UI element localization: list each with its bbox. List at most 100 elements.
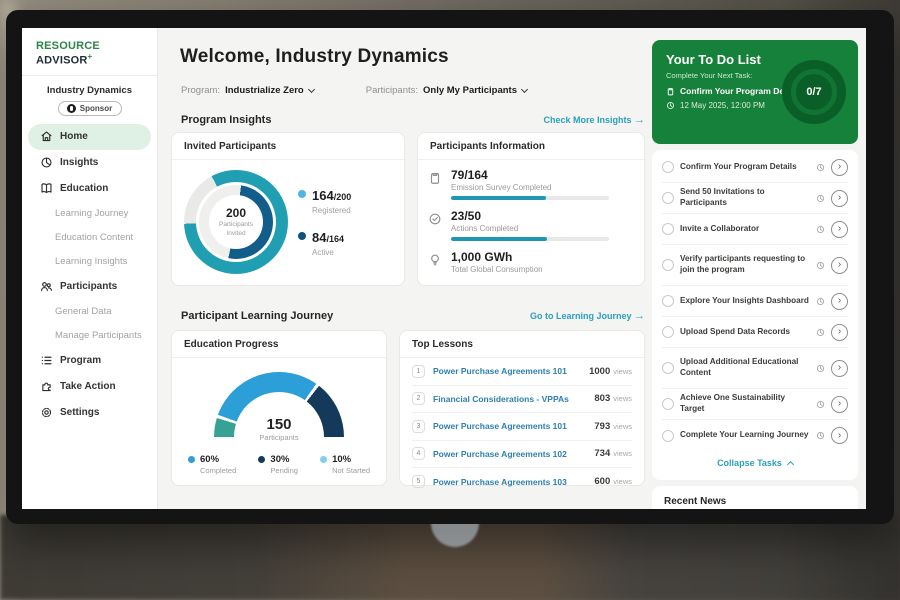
stat-row: 1,000 GWh Total Global Consumption bbox=[428, 250, 630, 278]
sponsor-badge: Sponsor bbox=[58, 101, 122, 116]
lesson-title-link[interactable]: Power Purchase Agreements 101 bbox=[433, 421, 594, 431]
lesson-row[interactable]: 5 Power Purchase Agreements 103 600 view… bbox=[412, 468, 632, 496]
todo-progress-ring: 0/7 bbox=[782, 60, 846, 124]
task-checkbox[interactable] bbox=[662, 295, 674, 307]
task-row[interactable]: Explore Your Insights Dashboard › bbox=[662, 286, 848, 317]
sidebar-subitem-label: Education Content bbox=[55, 232, 133, 243]
sidebar-item-learning-insights[interactable]: Learning Insights bbox=[22, 250, 157, 274]
stat-value: 23/50 bbox=[451, 209, 609, 223]
recent-news-card: Recent News bbox=[652, 486, 858, 509]
lesson-row[interactable]: 2 Financial Considerations - VPPAs 803 v… bbox=[412, 386, 632, 414]
logo-secondary: ADVISOR bbox=[36, 55, 88, 67]
task-clock-icon[interactable] bbox=[816, 297, 825, 306]
lesson-title-link[interactable]: Financial Considerations - VPPAs bbox=[433, 394, 594, 404]
task-row[interactable]: Upload Spend Data Records › bbox=[662, 317, 848, 348]
task-open-button[interactable]: › bbox=[831, 427, 848, 444]
survey-progress-bar bbox=[451, 196, 609, 200]
task-clock-icon[interactable] bbox=[816, 400, 825, 409]
survey-icon bbox=[428, 168, 443, 200]
participants-filter-value: Only My Participants bbox=[423, 85, 517, 96]
active-total: /164 bbox=[326, 234, 344, 244]
task-clock-icon[interactable] bbox=[816, 194, 825, 203]
sidebar-item-general-data[interactable]: General Data bbox=[22, 300, 157, 324]
lesson-views: 803 bbox=[594, 393, 610, 404]
task-checkbox[interactable] bbox=[662, 430, 674, 442]
stat-label: Emission Survey Completed bbox=[451, 183, 609, 192]
donut-legend: 164/200 Registered 84/164 Active bbox=[298, 187, 351, 257]
sidebar-item-home[interactable]: Home bbox=[28, 124, 151, 150]
task-open-button[interactable]: › bbox=[831, 396, 848, 413]
task-row[interactable]: Upload Additional Educational Content › bbox=[662, 348, 848, 389]
task-row[interactable]: Complete Your Learning Journey › bbox=[662, 420, 848, 451]
participants-information-card: Participants Information 79/164 Emission… bbox=[417, 132, 645, 286]
task-clock-icon[interactable] bbox=[816, 261, 825, 270]
lesson-title-link[interactable]: Power Purchase Agreements 101 bbox=[433, 366, 589, 376]
sidebar: RESOURCE ADVISOR+ Industry Dynamics Spon… bbox=[22, 28, 158, 509]
task-open-button[interactable]: › bbox=[831, 257, 848, 274]
views-word: views bbox=[613, 367, 632, 376]
top-lessons-card: Top Lessons 1 Power Purchase Agreements … bbox=[399, 330, 645, 486]
task-clock-icon[interactable] bbox=[816, 431, 825, 440]
sidebar-item-manage-participants[interactable]: Manage Participants bbox=[22, 324, 157, 348]
task-row[interactable]: Confirm Your Program Details › bbox=[662, 152, 848, 183]
task-open-button[interactable]: › bbox=[831, 190, 848, 207]
chevron-down-icon bbox=[521, 86, 528, 93]
task-checkbox[interactable] bbox=[662, 161, 674, 173]
task-open-button[interactable]: › bbox=[831, 221, 848, 238]
program-filter[interactable]: Program: Industrialize Zero bbox=[181, 85, 314, 96]
gauge-center-label: Participants bbox=[214, 433, 344, 442]
task-clock-icon[interactable] bbox=[816, 225, 825, 234]
lesson-rank: 2 bbox=[412, 392, 425, 405]
task-row[interactable]: Achieve One Sustainability Target › bbox=[662, 389, 848, 420]
task-open-button[interactable]: › bbox=[831, 360, 848, 377]
task-clock-icon[interactable] bbox=[816, 328, 825, 337]
sidebar-item-learning-journey[interactable]: Learning Journey bbox=[22, 202, 157, 226]
task-clock-icon[interactable] bbox=[816, 364, 825, 373]
lesson-rank: 4 bbox=[412, 447, 425, 460]
sidebar-item-education-content[interactable]: Education Content bbox=[22, 226, 157, 250]
lesson-row[interactable]: 3 Power Purchase Agreements 101 793 view… bbox=[412, 413, 632, 441]
program-icon bbox=[40, 354, 53, 367]
participants-filter-label: Participants: bbox=[366, 85, 418, 96]
sidebar-subitem-label: Manage Participants bbox=[55, 330, 142, 341]
task-row[interactable]: Invite a Collaborator › bbox=[662, 214, 848, 245]
participants-filter[interactable]: Participants: Only My Participants bbox=[366, 85, 527, 96]
lesson-views: 600 bbox=[594, 476, 610, 487]
go-to-learning-journey-link[interactable]: Go to Learning Journey → bbox=[530, 310, 645, 322]
sidebar-item-program[interactable]: Program bbox=[28, 348, 151, 374]
lesson-row[interactable]: 4 Power Purchase Agreements 102 734 view… bbox=[412, 441, 632, 469]
task-checkbox[interactable] bbox=[662, 398, 674, 410]
pending-dot-icon bbox=[258, 456, 265, 463]
task-row[interactable]: Verify participants requesting to join t… bbox=[662, 245, 848, 286]
sidebar-item-participants[interactable]: Participants bbox=[28, 274, 151, 300]
sidebar-item-label: Participants bbox=[60, 281, 117, 292]
sidebar-item-settings[interactable]: Settings bbox=[28, 400, 151, 426]
check-more-insights-link[interactable]: Check More Insights → bbox=[543, 114, 645, 126]
task-checkbox[interactable] bbox=[662, 326, 674, 338]
task-open-button[interactable]: › bbox=[831, 293, 848, 310]
task-checkbox[interactable] bbox=[662, 362, 674, 374]
task-checkbox[interactable] bbox=[662, 259, 674, 271]
completed-dot-icon bbox=[188, 456, 195, 463]
logo-plus: + bbox=[88, 52, 93, 61]
task-checkbox[interactable] bbox=[662, 223, 674, 235]
sidebar-item-take-action[interactable]: Take Action bbox=[28, 374, 151, 400]
logo-primary: RESOURCE bbox=[36, 40, 100, 52]
lesson-row[interactable]: 1 Power Purchase Agreements 101 1000 vie… bbox=[412, 358, 632, 386]
views-word: views bbox=[613, 477, 632, 486]
card-title: Participants Information bbox=[418, 133, 644, 160]
not-started-dot-icon bbox=[320, 456, 327, 463]
lesson-title-link[interactable]: Power Purchase Agreements 102 bbox=[433, 449, 594, 459]
sidebar-item-insights[interactable]: Insights bbox=[28, 150, 151, 176]
task-row[interactable]: Send 50 Invitations to Participants › bbox=[662, 183, 848, 214]
lesson-title-link[interactable]: Power Purchase Agreements 103 bbox=[433, 477, 594, 487]
chevron-down-icon bbox=[308, 86, 315, 93]
task-open-button[interactable]: › bbox=[831, 324, 848, 341]
task-clock-icon[interactable] bbox=[816, 163, 825, 172]
task-checkbox[interactable] bbox=[662, 192, 674, 204]
active-value: 84 bbox=[312, 230, 326, 245]
sidebar-item-education[interactable]: Education bbox=[28, 176, 151, 202]
collapse-tasks-link[interactable]: Collapse Tasks bbox=[662, 451, 848, 475]
task-open-button[interactable]: › bbox=[831, 159, 848, 176]
education-icon bbox=[40, 182, 53, 195]
